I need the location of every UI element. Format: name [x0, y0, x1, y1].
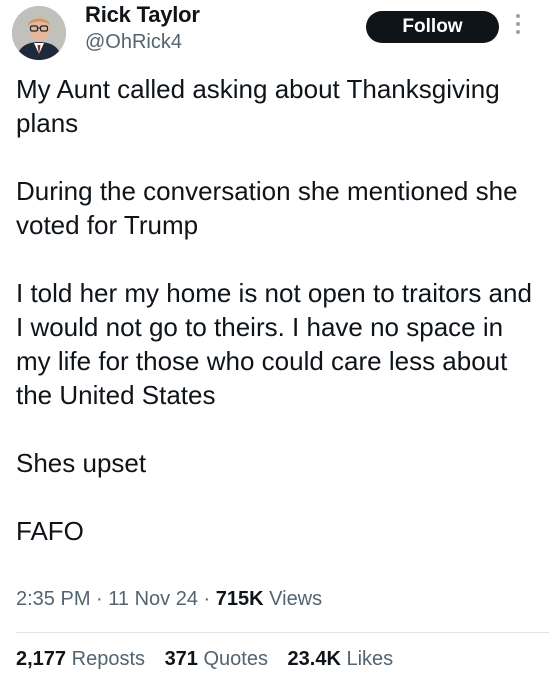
tweet-paragraph: My Aunt called asking about Thanksgiving… — [16, 74, 500, 138]
tweet-time[interactable]: 2:35 PM — [16, 588, 90, 610]
tweet-paragraph: During the conversation she mentioned sh… — [16, 176, 518, 240]
tweet-paragraph: FAFO — [16, 516, 84, 546]
vertical-ellipsis-icon[interactable] — [512, 14, 524, 40]
quotes-count: 371 — [164, 648, 198, 670]
follow-button[interactable]: Follow — [366, 11, 499, 43]
tweet-paragraph: I told her my home is not open to traito… — [16, 278, 532, 410]
reposts-label: Reposts — [71, 648, 145, 670]
quotes-label: Quotes — [203, 648, 268, 670]
tweet-meta: 2:35 PM · 11 Nov 24 · 715K Views — [16, 588, 322, 611]
avatar[interactable] — [12, 6, 66, 60]
tweet-date[interactable]: 11 Nov 24 — [108, 588, 198, 610]
tweet-paragraph: Shes upset — [16, 448, 147, 478]
profile-photo-icon — [12, 6, 66, 60]
reposts-stat[interactable]: 2,177 Reposts — [16, 648, 151, 670]
engagement-stats: 2,177 Reposts 371 Quotes 23.4K Likes — [16, 648, 407, 671]
divider — [16, 632, 549, 633]
meta-separator: · — [96, 588, 103, 610]
likes-stat[interactable]: 23.4K Likes — [288, 648, 394, 670]
user-handle[interactable]: @OhRick4 — [85, 31, 182, 54]
views-count: 715K — [215, 588, 264, 610]
meta-separator: · — [203, 588, 211, 610]
quotes-stat[interactable]: 371 Quotes — [165, 648, 274, 670]
likes-count: 23.4K — [287, 648, 341, 670]
likes-label: Likes — [346, 648, 394, 670]
tweet-card: Rick Taylor @OhRick4 Follow My Aunt call… — [0, 0, 549, 680]
tweet-text: My Aunt called asking about Thanksgiving… — [16, 72, 541, 548]
views-label: Views — [269, 588, 323, 610]
display-name[interactable]: Rick Taylor — [85, 2, 200, 28]
reposts-count: 2,177 — [16, 648, 67, 670]
